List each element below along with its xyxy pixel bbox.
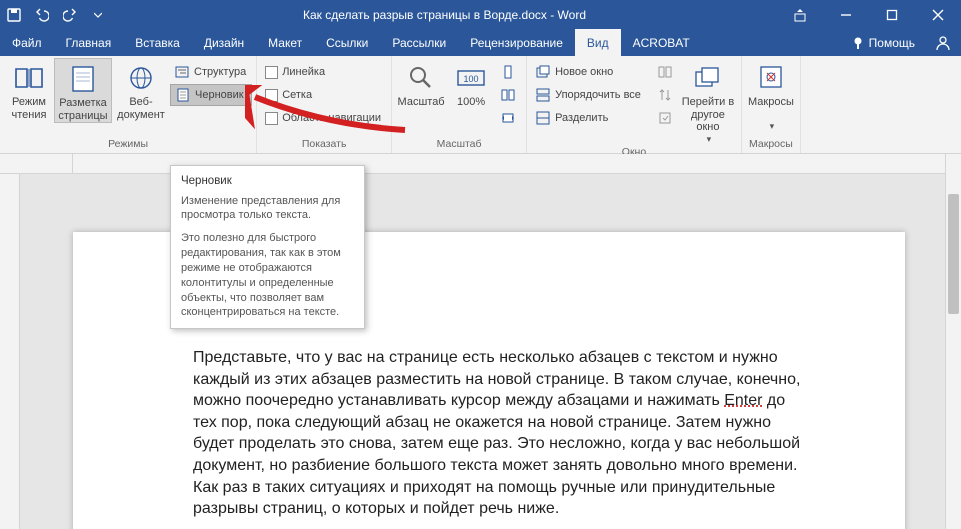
chevron-down-icon: ▾ bbox=[770, 121, 775, 131]
group-views: Режим чтения Разметка страницы Веб-докум… bbox=[0, 56, 257, 153]
page-width-icon bbox=[500, 110, 516, 126]
tab-layout[interactable]: Макет bbox=[256, 29, 314, 56]
macros-label: Макросы bbox=[748, 96, 794, 109]
zoom-100-button[interactable]: 100 100% bbox=[446, 58, 496, 109]
reset-window-icon bbox=[657, 110, 673, 126]
tab-file[interactable]: Файл bbox=[0, 29, 54, 56]
tab-home[interactable]: Главная bbox=[54, 29, 124, 56]
group-macros-label: Макросы bbox=[746, 136, 796, 153]
tell-me[interactable]: Помощь bbox=[841, 29, 925, 56]
draft-icon bbox=[175, 87, 191, 103]
undo-icon[interactable] bbox=[28, 0, 56, 29]
switch-windows-label: Перейти в другое окно bbox=[679, 96, 737, 134]
quick-access-toolbar bbox=[0, 0, 112, 29]
body-text: Представьте, что у вас на странице есть … bbox=[193, 349, 800, 409]
tab-view[interactable]: Вид bbox=[575, 29, 621, 56]
sync-scroll-button[interactable] bbox=[653, 84, 679, 106]
checkbox-icon bbox=[265, 66, 278, 79]
ribbon: Режим чтения Разметка страницы Веб-докум… bbox=[0, 56, 961, 154]
chevron-down-icon: ▾ bbox=[707, 134, 712, 144]
account-icon[interactable] bbox=[925, 29, 961, 56]
redo-icon[interactable] bbox=[56, 0, 84, 29]
body-text-enter: Enter bbox=[724, 392, 762, 409]
view-side-by-side-button[interactable] bbox=[653, 61, 679, 83]
print-layout-button[interactable]: Разметка страницы bbox=[54, 58, 112, 123]
reading-mode-button[interactable]: Режим чтения bbox=[4, 58, 54, 121]
sync-scroll-icon bbox=[657, 87, 673, 103]
document-title: Как сделать разрыв страницы в Ворде.docx… bbox=[112, 8, 777, 22]
document-area: Представьте, что у вас на странице есть … bbox=[0, 154, 961, 529]
ruler-corner bbox=[0, 154, 73, 174]
group-window: Новое окно Упорядочить все Разделить Пер… bbox=[527, 56, 742, 153]
macros-icon bbox=[755, 62, 787, 94]
tooltip: Черновик Изменение представления для про… bbox=[170, 165, 365, 329]
draft-button[interactable]: Черновик bbox=[170, 84, 252, 106]
qat-more-icon[interactable] bbox=[84, 0, 112, 29]
draft-label: Черновик bbox=[195, 89, 244, 101]
tab-acrobat[interactable]: ACROBAT bbox=[621, 29, 702, 56]
tab-insert[interactable]: Вставка bbox=[123, 29, 192, 56]
tab-design[interactable]: Дизайн bbox=[192, 29, 256, 56]
tab-references[interactable]: Ссылки bbox=[314, 29, 380, 56]
new-window-icon bbox=[535, 64, 551, 80]
arrange-all-button[interactable]: Упорядочить все bbox=[531, 84, 647, 106]
maximize-icon[interactable] bbox=[869, 0, 915, 29]
new-window-label: Новое окно bbox=[555, 66, 613, 78]
body-text-after: до тех пор, пока следующий абзац не окаж… bbox=[193, 392, 800, 517]
group-views-label: Режимы bbox=[4, 136, 252, 153]
close-icon[interactable] bbox=[915, 0, 961, 29]
print-layout-icon bbox=[67, 63, 99, 95]
annotation-arrow bbox=[245, 85, 415, 145]
reset-window-button[interactable] bbox=[653, 107, 679, 129]
arrange-all-icon bbox=[535, 87, 551, 103]
minimize-icon[interactable] bbox=[823, 0, 869, 29]
vertical-scrollbar[interactable] bbox=[945, 154, 961, 529]
switch-windows-button[interactable]: Перейти в другое окно▾ bbox=[679, 58, 737, 144]
tooltip-text-1: Изменение представления для просмотра то… bbox=[181, 194, 354, 224]
save-icon[interactable] bbox=[0, 0, 28, 29]
reading-mode-icon bbox=[13, 62, 45, 94]
web-layout-label: Веб-документ bbox=[112, 96, 170, 121]
tooltip-title: Черновик bbox=[181, 174, 354, 190]
tell-me-label: Помощь bbox=[869, 36, 915, 50]
ribbon-options-icon[interactable] bbox=[777, 0, 823, 29]
one-page-button[interactable] bbox=[496, 61, 522, 83]
view-side-icon bbox=[657, 64, 673, 80]
zoom-100-icon: 100 bbox=[455, 62, 487, 94]
zoom-100-label: 100% bbox=[457, 96, 485, 109]
page-width-button[interactable] bbox=[496, 107, 522, 129]
switch-windows-icon bbox=[692, 62, 724, 94]
split-button[interactable]: Разделить bbox=[531, 107, 647, 129]
reading-mode-label: Режим чтения bbox=[4, 96, 54, 121]
web-layout-icon bbox=[125, 62, 157, 94]
ribbon-tabs: Файл Главная Вставка Дизайн Макет Ссылки… bbox=[0, 29, 961, 56]
one-page-icon bbox=[500, 64, 516, 80]
outline-label: Структура bbox=[194, 66, 246, 78]
outline-icon bbox=[174, 64, 190, 80]
split-label: Разделить bbox=[555, 112, 608, 124]
paragraph: Представьте, что у вас на странице есть … bbox=[193, 347, 805, 520]
split-icon bbox=[535, 110, 551, 126]
group-macros: Макросы ▾ Макросы bbox=[742, 56, 801, 153]
print-layout-label: Разметка страницы bbox=[55, 97, 111, 122]
tab-mailings[interactable]: Рассылки bbox=[380, 29, 458, 56]
multi-page-button[interactable] bbox=[496, 84, 522, 106]
macros-button[interactable]: Макросы ▾ bbox=[746, 58, 796, 132]
tooltip-text-2: Это полезно для быстрого редактирования,… bbox=[181, 231, 354, 320]
new-window-button[interactable]: Новое окно bbox=[531, 61, 647, 83]
titlebar: Как сделать разрыв страницы в Ворде.docx… bbox=[0, 0, 961, 29]
tab-review[interactable]: Рецензирование bbox=[458, 29, 575, 56]
ruler-label: Линейка bbox=[282, 66, 325, 78]
arrange-all-label: Упорядочить все bbox=[555, 89, 641, 101]
window-controls bbox=[777, 0, 961, 29]
ruler-checkbox[interactable]: Линейка bbox=[261, 61, 387, 83]
multi-page-icon bbox=[500, 87, 516, 103]
web-layout-button[interactable]: Веб-документ bbox=[112, 58, 170, 121]
outline-button[interactable]: Структура bbox=[170, 61, 252, 83]
scrollbar-thumb[interactable] bbox=[948, 194, 959, 314]
vertical-ruler[interactable] bbox=[0, 174, 20, 529]
svg-text:100: 100 bbox=[464, 74, 479, 84]
